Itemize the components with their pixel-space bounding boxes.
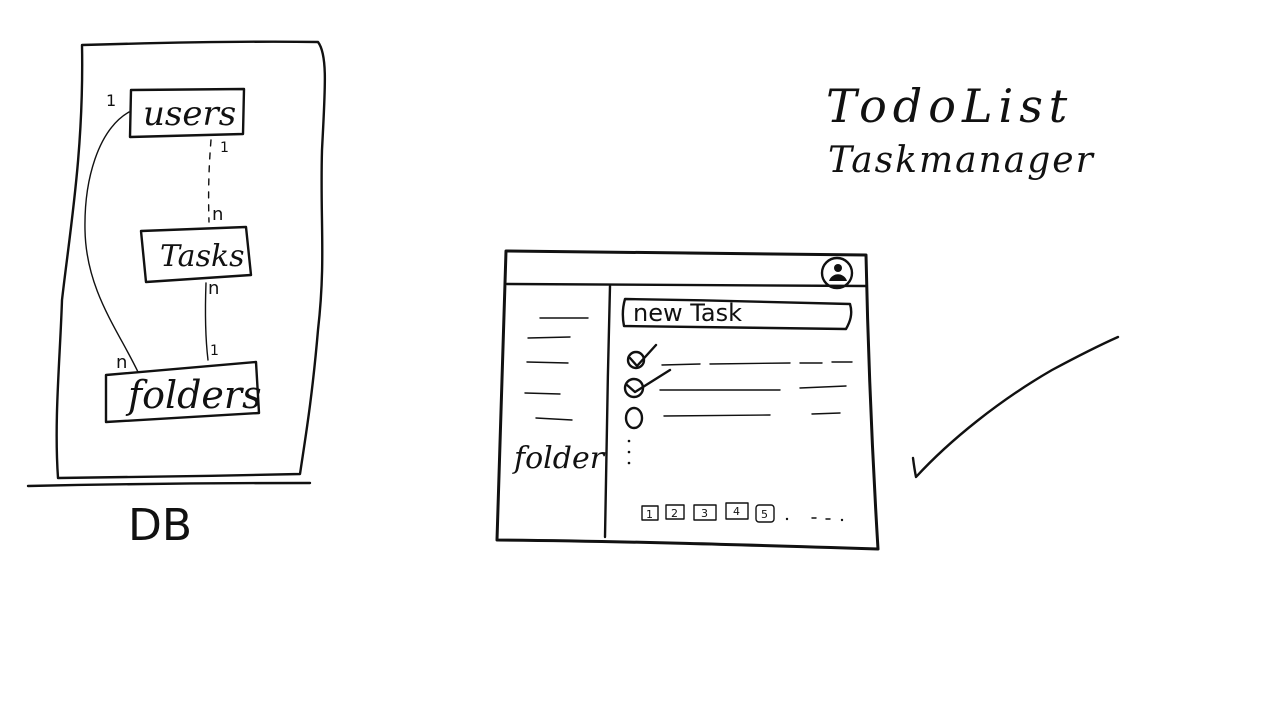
title-line1: TodoList: [826, 79, 1073, 133]
sketch-svg: DB users Tasks folders 1 n n 1 1 n TodoL…: [26, 40, 1120, 551]
sidebar-item-line: [526, 361, 569, 364]
pagination: 1 2 3 4 5: [641, 502, 844, 523]
relation-users-tasks-to: n: [212, 204, 223, 225]
db-diagram: DB users Tasks folders 1 n n 1 1 n: [26, 40, 327, 551]
relation-users-tasks-from: 1: [220, 140, 229, 156]
relation-tasks-folders-to: 1: [210, 343, 219, 359]
mockup-window: [495, 249, 880, 551]
sidebar-item-line: [535, 417, 573, 421]
list-more-dot: [627, 461, 631, 465]
page-number: 3: [701, 507, 708, 520]
title-line2: Taskmanager: [828, 140, 1095, 181]
task-checkbox: [624, 406, 644, 430]
folders-label: folders: [125, 373, 262, 417]
whiteboard-sketch: DB users Tasks folders 1 n n 1 1 n TodoL…: [0, 0, 1280, 720]
db-label: DB: [128, 500, 192, 551]
relation-users-folders-from: 1: [106, 91, 116, 110]
check-icon: [625, 368, 672, 394]
relation-users-folders: [84, 111, 139, 373]
db-base-line: [26, 481, 312, 488]
ui-mockup: folder new Task 1 2 3 4 5: [495, 249, 880, 551]
pagination-more-dash: [811, 517, 831, 520]
mockup-header-divider: [505, 282, 868, 288]
new-task-placeholder: new Task: [633, 299, 742, 327]
task-line: [661, 361, 853, 366]
relation-tasks-folders-from: n: [208, 278, 219, 299]
list-more-dot: [627, 450, 631, 454]
sidebar-item-line: [527, 336, 571, 339]
user-avatar-icon: [820, 256, 854, 290]
mockup-sidebar-divider: [603, 284, 612, 539]
big-check-icon: [911, 335, 1120, 479]
sidebar-item-line: [524, 392, 561, 395]
sidebar-folder-label: folder: [512, 441, 606, 476]
page-number: 1: [646, 508, 653, 521]
page-number: 5: [761, 508, 768, 521]
page-number: 2: [671, 507, 678, 520]
pagination-more-dot: [840, 518, 844, 522]
users-label: users: [143, 94, 236, 134]
pagination-more-dot: [785, 517, 789, 521]
app-title: TodoList Taskmanager: [826, 79, 1095, 181]
tasks-label: Tasks: [160, 239, 245, 274]
task-line: [663, 412, 841, 417]
task-line: [659, 385, 847, 391]
relation-users-folders-to: n: [116, 352, 127, 373]
page-number: 4: [733, 505, 740, 518]
task-list: [623, 343, 853, 465]
relation-users-tasks: [207, 139, 212, 223]
list-more-dot: [627, 439, 631, 443]
sidebar-items: [524, 317, 589, 421]
